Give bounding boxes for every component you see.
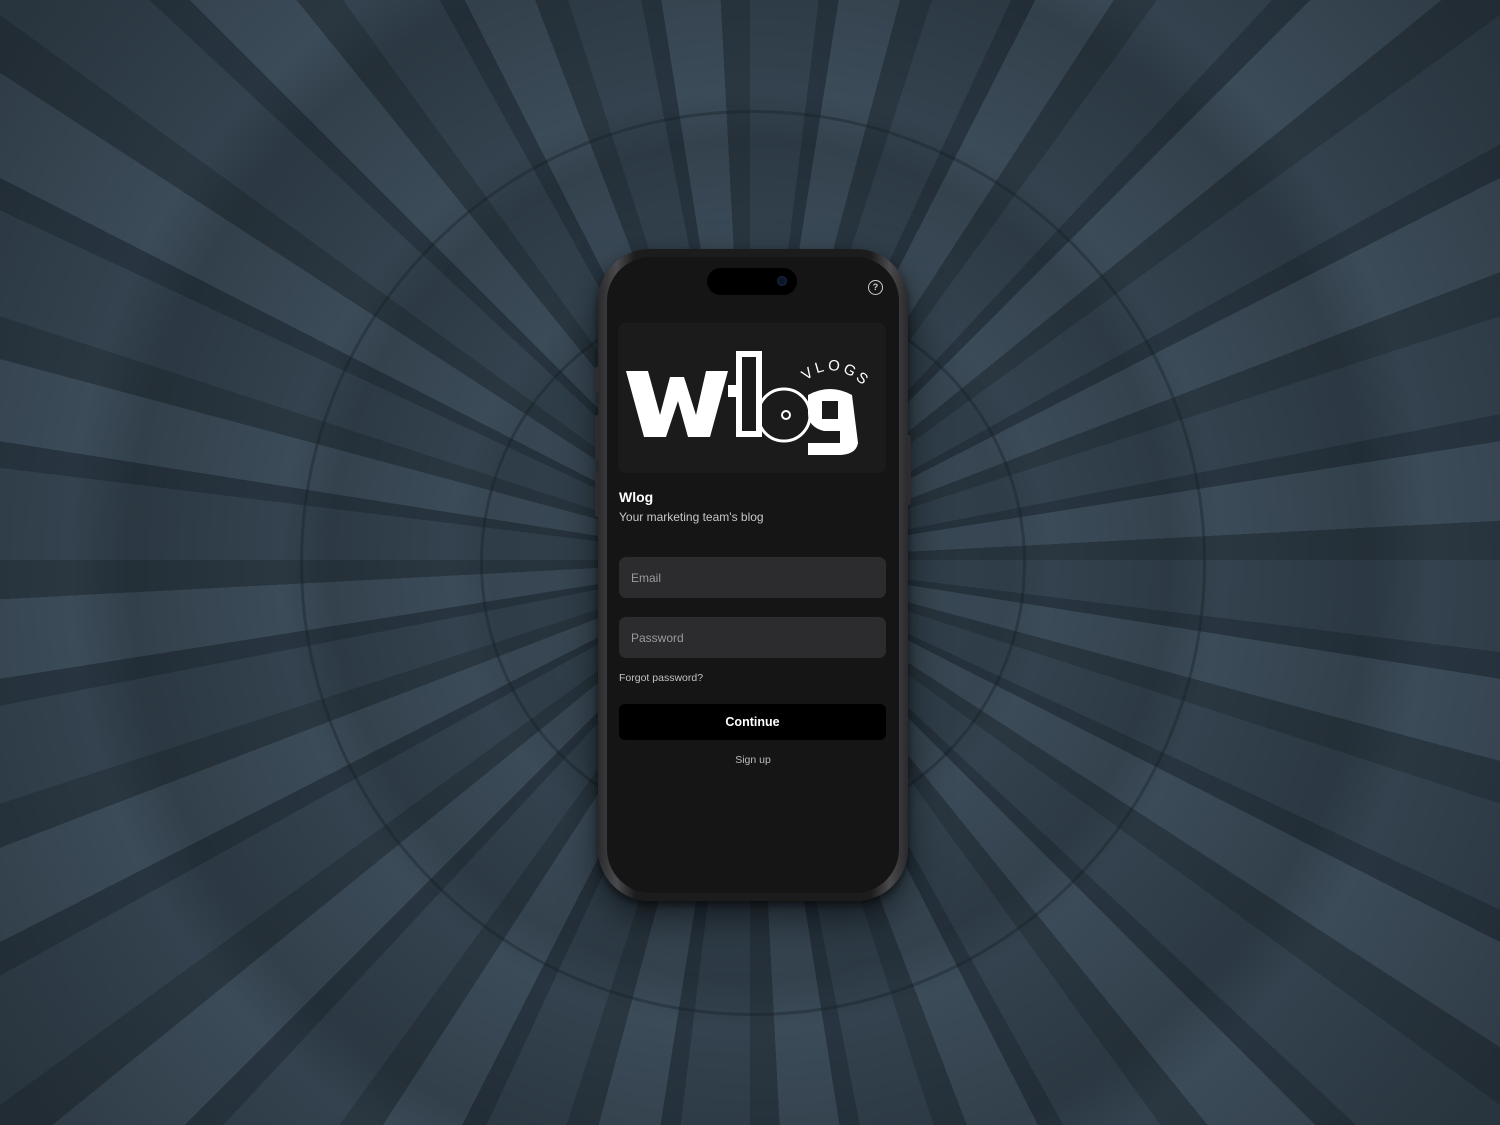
app-subtitle: Your marketing team's blog [619,510,764,524]
email-field[interactable] [619,557,886,598]
help-icon[interactable]: ? [868,280,883,295]
password-field[interactable] [619,617,886,658]
phone-side-button [595,415,599,461]
forgot-password-link[interactable]: Forgot password? [619,672,703,684]
sign-up-link[interactable]: Sign up [607,754,899,766]
camera-lens-icon [777,276,787,286]
logo-letter-w [626,371,728,437]
logo-arc-text: VLOGS [799,357,874,390]
phone-side-button [595,367,599,393]
dynamic-island [707,268,797,295]
logo-card: VLOGS [618,323,886,473]
continue-button[interactable]: Continue [619,704,886,740]
phone-screen: ? VLOGS Wlog Your marketing team's blog … [607,257,899,893]
phone-side-button [907,435,911,505]
logo-letter-o [756,387,812,443]
wlog-logo: VLOGS [626,351,874,455]
logo-letter-g [808,389,858,455]
phone-side-button [595,471,599,517]
app-title: Wlog [619,489,654,505]
phone-mockup: ? VLOGS Wlog Your marketing team's blog … [595,249,911,901]
